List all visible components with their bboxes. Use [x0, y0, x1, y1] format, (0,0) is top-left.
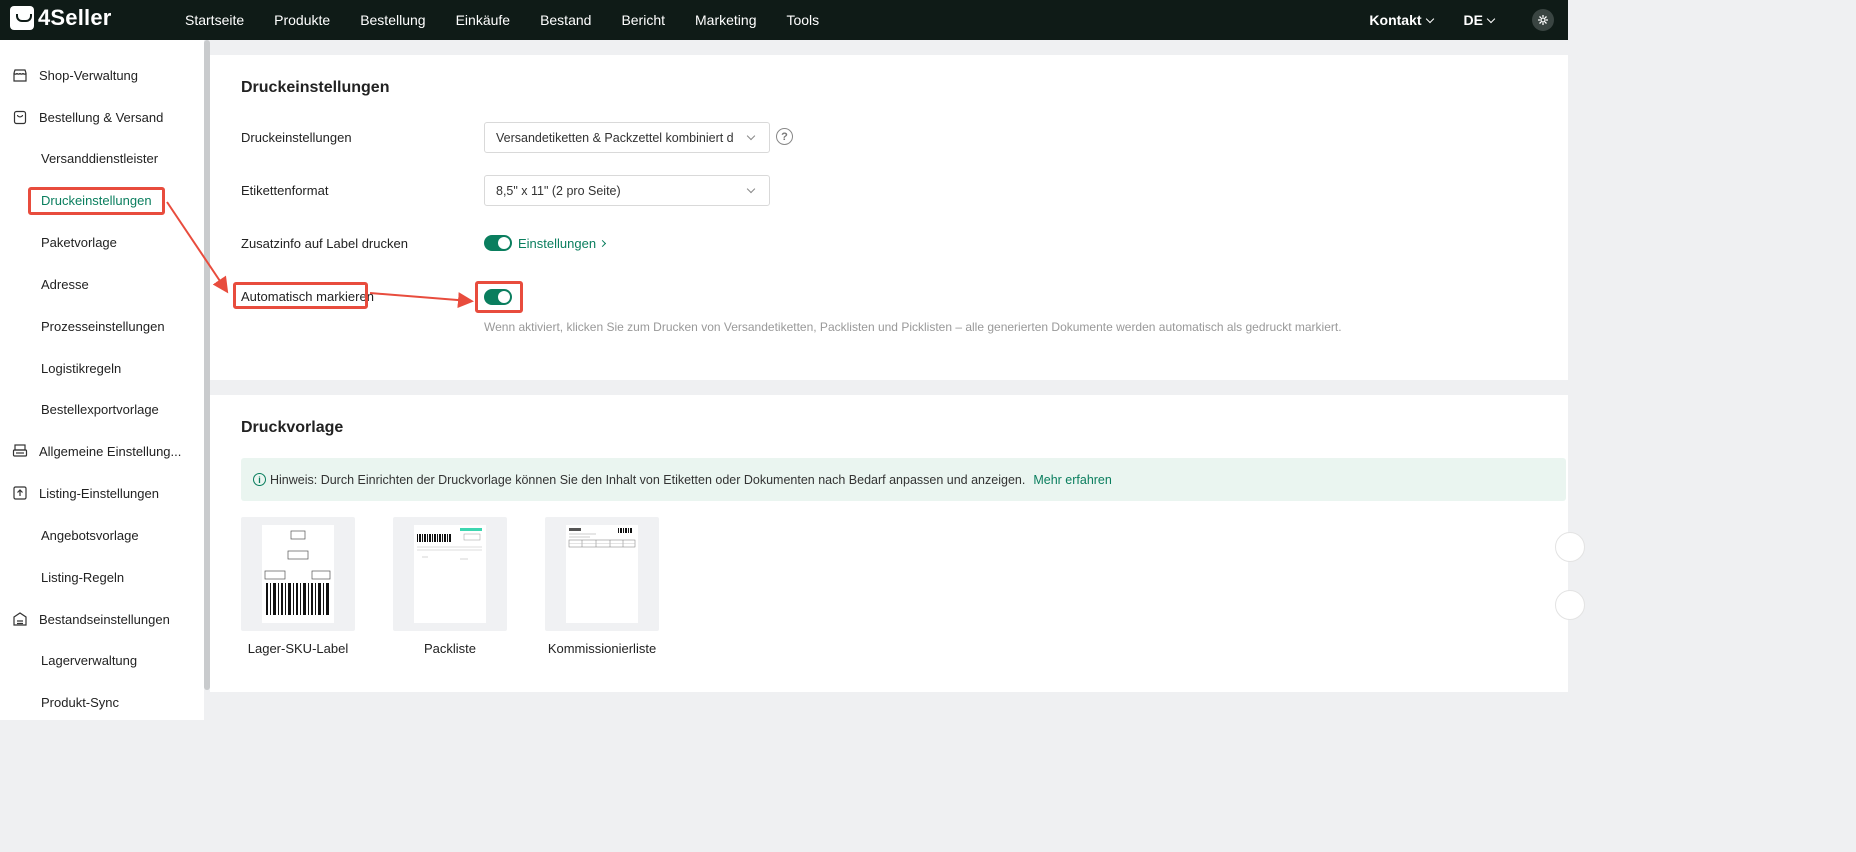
packing-list-preview-icon	[417, 528, 482, 560]
printer-icon	[12, 444, 28, 457]
store-icon	[13, 69, 27, 82]
print-setting-select[interactable]: Versandetiketten & Packzettel kombiniert…	[484, 122, 770, 153]
template-card-kommissionierliste[interactable]	[545, 517, 659, 631]
floating-action-button[interactable]	[1555, 532, 1585, 562]
barcode-preview-icon	[264, 530, 331, 615]
logo-text: 4Seller	[38, 5, 112, 30]
top-navigation-bar: 4Seller Startseite Produkte Bestellung E…	[0, 0, 1568, 40]
top-right-actions: Kontakt DE	[1369, 0, 1568, 40]
sidebar-item-label: Logistikregeln	[41, 360, 122, 376]
nav-item-tools[interactable]: Tools	[786, 12, 819, 28]
main-nav: Startseite Produkte Bestellung Einkäufe …	[185, 0, 849, 40]
sidebar-item-label: Bestellexportvorlage	[41, 401, 159, 417]
template-card-packliste[interactable]	[393, 517, 507, 631]
annotation-box-sidebar	[28, 187, 165, 215]
sidebar-item-label: Prozesseinstellungen	[41, 318, 165, 334]
chevron-down-icon	[1486, 14, 1496, 23]
packing-list-preview	[414, 525, 486, 623]
sidebar-item-label: Produkt-Sync	[41, 694, 120, 710]
chevron-down-icon	[746, 131, 756, 141]
logo-bag-icon	[10, 6, 34, 30]
template-name-sku-label: Lager-SKU-Label	[247, 641, 349, 656]
extra-info-label: Zusatzinfo auf Label drucken	[241, 236, 408, 251]
sidebar-item-produkt-sync[interactable]: Produkt-Sync	[0, 689, 204, 715]
annotation-box-label	[233, 282, 368, 309]
print-template-title: Druckvorlage	[241, 419, 344, 436]
upload-icon	[13, 486, 27, 500]
sidebar-item-listing-regeln[interactable]: Listing-Regeln	[0, 564, 204, 590]
sidebar-item-bestellexportvorlage[interactable]: Bestellexportvorlage	[0, 396, 204, 422]
help-icon[interactable]: ?	[776, 128, 793, 145]
label-format-label: Etikettenformat	[241, 183, 329, 198]
sidebar-item-label: Angebotsvorlage	[41, 527, 139, 543]
nav-item-einkaeufe[interactable]: Einkäufe	[456, 12, 510, 28]
sidebar-item-lagerverwaltung[interactable]: Lagerverwaltung	[0, 647, 204, 673]
sidebar-item-angebotsvorlage[interactable]: Angebotsvorlage	[0, 522, 204, 548]
print-template-panel: Druckvorlage i Hinweis: Durch Einrichten…	[210, 395, 1568, 692]
label-format-select[interactable]: 8,5" x 11" (2 pro Seite)	[484, 175, 770, 206]
chevron-right-icon	[599, 239, 607, 248]
sidebar-item-label: Versanddienstleister	[41, 150, 159, 166]
shopping-bag-icon	[13, 110, 27, 125]
label-format-value: 8,5" x 11" (2 pro Seite)	[496, 183, 621, 198]
print-setting-value: Versandetiketten & Packzettel kombiniert…	[496, 130, 734, 145]
extra-info-toggle[interactable]	[484, 235, 512, 251]
sidebar-item-versanddienstleister[interactable]: Versanddienstleister	[0, 145, 204, 171]
annotation-box-toggle	[475, 281, 523, 313]
template-name-kommissionierliste: Kommissionierliste	[547, 641, 657, 656]
sidebar-item-bestandseinstellungen[interactable]: Bestandseinstellungen	[0, 606, 204, 632]
template-card-sku-label[interactable]	[241, 517, 355, 631]
nav-item-bericht[interactable]: Bericht	[621, 12, 665, 28]
sidebar-item-label: Listing-Einstellungen	[39, 485, 159, 501]
extra-info-settings-link[interactable]: Einstellungen	[518, 236, 607, 251]
sidebar-item-label: Shop-Verwaltung	[39, 67, 139, 83]
nav-item-bestellung[interactable]: Bestellung	[360, 12, 425, 28]
settings-link-label: Einstellungen	[518, 236, 597, 251]
floating-action-button[interactable]	[1555, 590, 1585, 620]
language-label: DE	[1463, 12, 1483, 28]
settings-button[interactable]	[1532, 9, 1554, 31]
sku-label-preview	[262, 525, 334, 623]
sidebar-item-bestellung-versand[interactable]: Bestellung & Versand	[0, 104, 204, 130]
chevron-down-icon	[1425, 14, 1434, 23]
sidebar-item-label: Paketvorlage	[41, 234, 117, 250]
sidebar-item-prozesseinstellungen[interactable]: Prozesseinstellungen	[0, 313, 204, 339]
info-icon: i	[253, 473, 266, 486]
sidebar-item-paketvorlage[interactable]: Paketvorlage	[0, 229, 204, 255]
pick-list-preview-icon	[568, 528, 636, 548]
nav-item-produkte[interactable]: Produkte	[274, 12, 330, 28]
nav-item-marketing[interactable]: Marketing	[695, 12, 756, 28]
sidebar-item-label: Bestellung & Versand	[39, 109, 164, 125]
template-name-packliste: Packliste	[423, 641, 477, 656]
sidebar-item-label: Bestandseinstellungen	[39, 611, 170, 627]
app-logo[interactable]: 4Seller	[10, 5, 112, 31]
print-settings-panel: Druckeinstellungen Druckeinstellungen Ve…	[210, 55, 1568, 380]
print-setting-label: Druckeinstellungen	[241, 130, 352, 145]
nav-item-bestand[interactable]: Bestand	[540, 12, 591, 28]
auto-mark-hint: Wenn aktiviert, klicken Sie zum Drucken …	[484, 320, 1342, 334]
sidebar-item-logistikregeln[interactable]: Logistikregeln	[0, 355, 204, 381]
sidebar-item-label: Adresse	[41, 276, 89, 292]
contact-dropdown[interactable]: Kontakt	[1369, 12, 1434, 28]
pick-list-preview	[566, 525, 638, 623]
sidebar-item-listing-einstellungen[interactable]: Listing-Einstellungen	[0, 480, 204, 506]
contact-label: Kontakt	[1369, 12, 1422, 28]
language-dropdown[interactable]: DE	[1463, 12, 1496, 28]
notice-text: Hinweis: Durch Einrichten der Druckvorla…	[270, 472, 1026, 487]
sidebar: Shop-Verwaltung Bestellung & Versand Ver…	[0, 40, 204, 720]
toggle-knob	[498, 237, 510, 249]
sidebar-item-allgemeine-einstellungen[interactable]: Allgemeine Einstellung...	[0, 438, 204, 464]
warehouse-icon	[13, 612, 27, 626]
nav-item-startseite[interactable]: Startseite	[185, 12, 244, 28]
print-settings-title: Druckeinstellungen	[241, 79, 390, 96]
gear-icon	[1538, 15, 1548, 25]
chevron-down-icon	[746, 184, 756, 194]
sidebar-item-label: Listing-Regeln	[41, 569, 125, 585]
sidebar-item-label: Lagerverwaltung	[41, 652, 138, 668]
sidebar-item-shop-verwaltung[interactable]: Shop-Verwaltung	[0, 62, 204, 88]
learn-more-link[interactable]: Mehr erfahren	[1033, 473, 1112, 487]
sidebar-item-label: Allgemeine Einstellung...	[39, 443, 182, 459]
sidebar-item-adresse[interactable]: Adresse	[0, 271, 204, 297]
notice-banner: i Hinweis: Durch Einrichten der Druckvor…	[241, 458, 1566, 501]
